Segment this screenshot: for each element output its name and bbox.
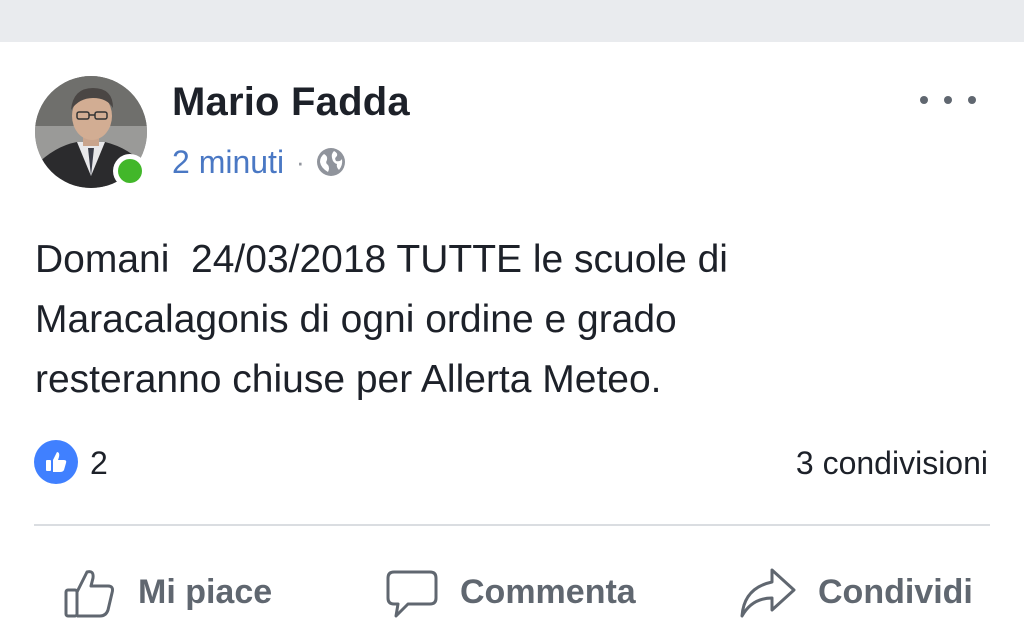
comment-label: Commenta (460, 572, 636, 611)
comment-bubble-icon (386, 570, 438, 618)
post-text: Domani 24/03/2018 TUTTE le scuole di Mar… (35, 238, 728, 401)
online-status-indicator (113, 154, 147, 188)
meta-separator: · (296, 146, 305, 177)
like-button[interactable]: Mi piace (62, 562, 272, 622)
post-timestamp[interactable]: 2 minuti (172, 144, 284, 181)
more-options-dot (968, 96, 976, 104)
thumbs-up-icon (64, 570, 114, 618)
comment-button[interactable]: Commenta (384, 562, 636, 622)
author-name[interactable]: Mario Fadda (172, 80, 410, 125)
share-label: Condividi (818, 572, 973, 611)
like-reaction-icon[interactable] (34, 440, 78, 484)
more-options-dot (920, 96, 928, 104)
share-button[interactable]: Condividi (738, 562, 973, 622)
more-options-button[interactable] (920, 88, 976, 112)
share-arrow-icon (740, 568, 796, 618)
shares-count[interactable]: 3 condivisioni (796, 442, 988, 484)
post-card: Mario Fadda 2 minuti · Domani 24/03/2018… (0, 42, 1024, 633)
globe-icon[interactable] (315, 146, 347, 178)
facebook-post-screen: Mario Fadda 2 minuti · Domani 24/03/2018… (0, 0, 1024, 633)
actions-divider (34, 524, 990, 526)
like-label: Mi piace (138, 572, 273, 611)
like-count[interactable]: 2 (90, 442, 108, 484)
post-meta: 2 minuti · (172, 144, 347, 180)
feed-separator-strip (0, 0, 1024, 42)
more-options-dot (944, 96, 952, 104)
